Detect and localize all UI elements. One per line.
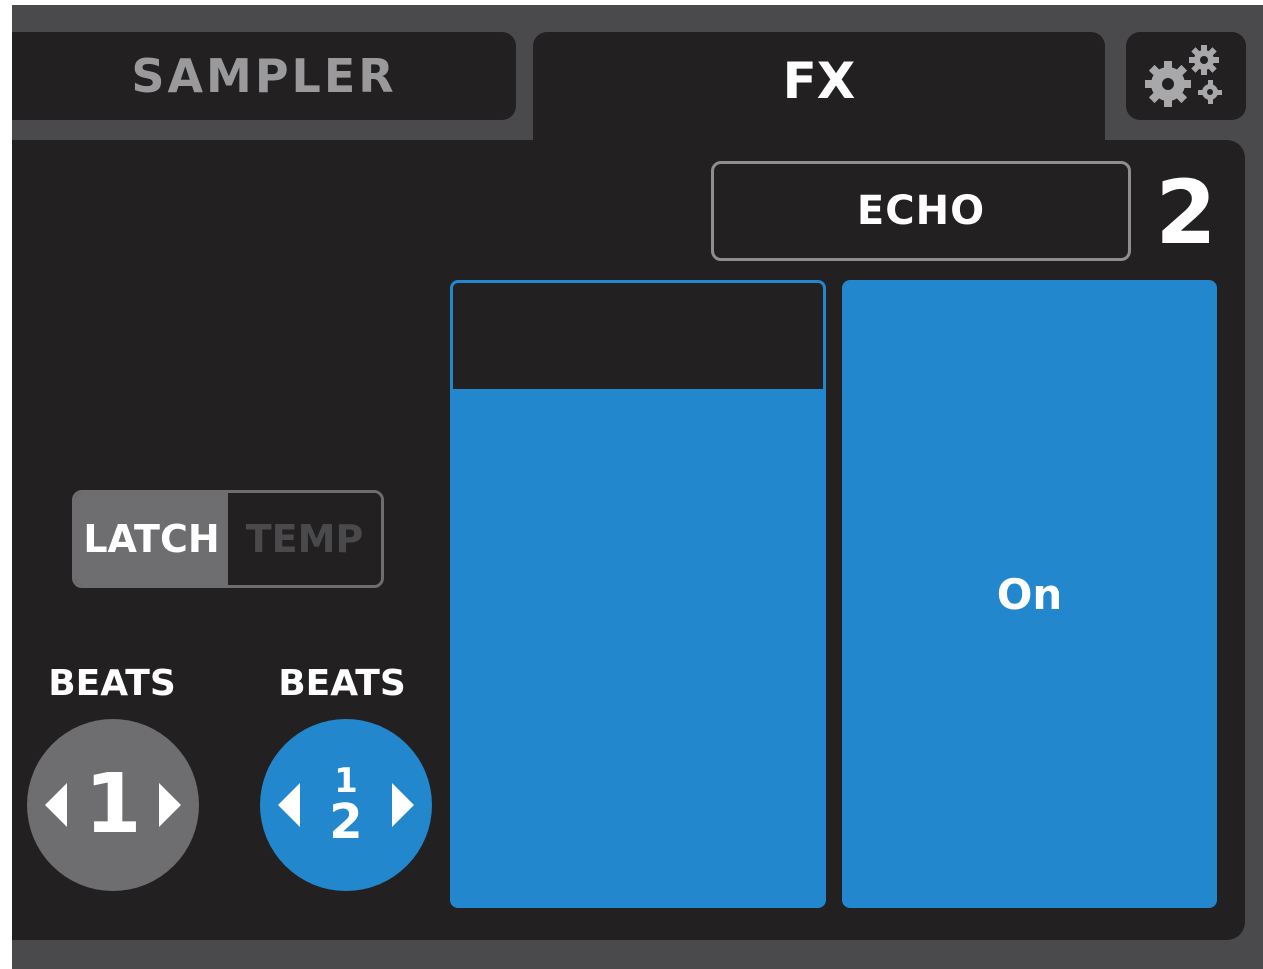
fx-slider-unfilled	[453, 283, 823, 389]
effect-select-button[interactable]: ECHO	[711, 161, 1131, 261]
latch-temp-toggle[interactable]: LATCH TEMP	[72, 490, 384, 588]
tab-fx-label: FX	[782, 52, 856, 110]
beats-value-right: 1 2	[329, 764, 362, 846]
beats-control-left[interactable]: 1	[27, 719, 199, 891]
fx-on-label: On	[996, 569, 1063, 619]
beats-decrease-left-icon[interactable]	[45, 783, 67, 827]
mode-temp[interactable]: TEMP	[228, 493, 381, 585]
mode-latch[interactable]: LATCH	[75, 493, 228, 585]
deck-number: 2	[1155, 161, 1217, 264]
effect-name: ECHO	[856, 188, 986, 234]
beats-increase-left-icon[interactable]	[159, 783, 181, 827]
beats-fraction-denominator: 2	[329, 794, 363, 850]
tab-sampler[interactable]: SAMPLER	[12, 32, 516, 120]
beats-increase-right-icon[interactable]	[392, 783, 414, 827]
beats-label-left: BEATS	[48, 662, 176, 704]
left-edge	[0, 5, 12, 969]
fx-on-button[interactable]: On	[842, 280, 1217, 908]
beats-control-right[interactable]: 1 2	[260, 719, 432, 891]
gears-icon	[1145, 45, 1222, 107]
beats-value-left: 1	[84, 757, 142, 852]
beats-decrease-right-icon[interactable]	[278, 783, 300, 827]
tab-fx[interactable]: FX	[533, 32, 1105, 162]
beats-label-right: BEATS	[278, 662, 406, 704]
fx-level-slider[interactable]	[450, 280, 826, 908]
tab-sampler-label: SAMPLER	[131, 49, 397, 103]
settings-button[interactable]	[1126, 32, 1246, 120]
beats-fraction-numerator: 1	[334, 761, 358, 801]
